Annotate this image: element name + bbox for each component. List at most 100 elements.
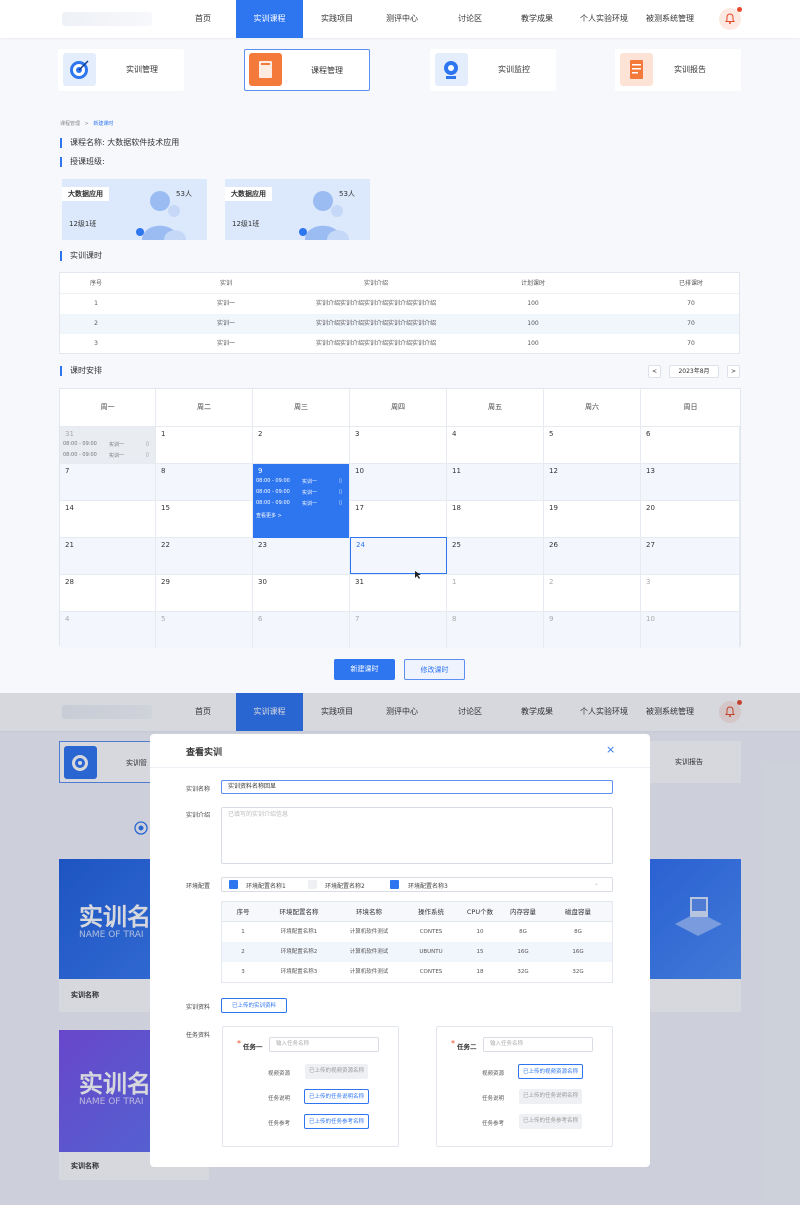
nav-evaluation[interactable]: 测评中心	[380, 0, 424, 38]
calendar-day[interactable]: 2	[253, 426, 350, 463]
calendar-day[interactable]: 5	[544, 426, 641, 463]
video-resource[interactable]: 已上传的视频资源名称	[518, 1064, 584, 1079]
event-item[interactable]: 08:00 - 09:00 实训一 ▯	[256, 478, 344, 488]
calendar-day[interactable]: 18	[447, 500, 544, 537]
calendar-day[interactable]: 8	[447, 611, 544, 648]
table-row[interactable]: 2 实训一 实训介绍实训介绍实训介绍实训介绍实训介绍 100 70	[60, 314, 739, 334]
calendar-day[interactable]: 10	[641, 611, 740, 648]
calendar-day[interactable]: 3	[641, 574, 740, 611]
class-card[interactable]: 大数据应用 53人 12级1班	[225, 179, 370, 240]
calendar-day[interactable]: 9	[544, 611, 641, 648]
desc-label: 任务说明	[268, 1096, 291, 1102]
calendar-day[interactable]: 3108:00 - 09:00实训一▯08:00 - 09:00实训一▯08:0…	[60, 426, 156, 482]
calendar-day[interactable]: 27	[641, 537, 740, 574]
calendar-day[interactable]: 8	[156, 463, 253, 500]
env-col-header: 环境名称	[356, 908, 382, 916]
nav-lab-env[interactable]: 个人实验环境	[577, 0, 631, 38]
calendar-day[interactable]: 21	[60, 537, 156, 574]
delete-icon[interactable]: ▯	[146, 441, 149, 447]
new-hour-button[interactable]: 新建课时	[334, 659, 395, 680]
delete-icon[interactable]: ▯	[146, 452, 149, 458]
calendar-day[interactable]: 25	[447, 537, 544, 574]
calendar-day[interactable]: 3	[350, 426, 447, 463]
day-number: 7	[355, 615, 360, 623]
nav-home[interactable]: 首页	[186, 0, 220, 38]
close-icon[interactable]: ×	[606, 743, 615, 756]
event-item[interactable]: 08:00 - 09:00 实训一 ▯	[63, 441, 151, 451]
calendar-day[interactable]: 28	[60, 574, 156, 611]
calendar-day[interactable]: 4	[60, 611, 156, 648]
checkbox-checked[interactable]	[390, 880, 399, 889]
card-course-mgmt[interactable]: 课程管理	[244, 49, 370, 91]
calendar-day[interactable]: 7	[350, 611, 447, 648]
task-name-input[interactable]: 输入任务名称	[483, 1037, 593, 1052]
task-name-input[interactable]: 输入任务名称	[269, 1037, 379, 1052]
card-training-monitor[interactable]: 实训监控	[430, 49, 556, 91]
delete-icon[interactable]: ▯	[339, 500, 342, 506]
event-time: 08:00 - 09:00	[256, 489, 290, 495]
delete-icon[interactable]: ▯	[339, 478, 342, 484]
event-item[interactable]: 08:00 - 09:00 实训一 ▯	[256, 500, 344, 510]
class-tag: 大数据应用	[225, 187, 272, 201]
calendar-day[interactable]: 29	[156, 574, 253, 611]
calendar-day[interactable]: 19	[544, 500, 641, 537]
nav-practice[interactable]: 实践项目	[315, 0, 359, 38]
calendar-day[interactable]: 31	[350, 574, 447, 611]
training-intro-textarea[interactable]: 已填写的实训介绍信息	[221, 807, 613, 864]
training-name-input[interactable]: 实训资料名称回显	[221, 780, 613, 794]
desc-label: 任务说明	[482, 1096, 505, 1102]
card-training-mgmt[interactable]: 实训管理	[58, 49, 184, 91]
task-desc-file[interactable]: 已上传的任务说明名称	[304, 1089, 370, 1104]
calendar-day[interactable]: 4	[447, 426, 544, 463]
calendar-day[interactable]: 12	[544, 463, 641, 500]
delete-icon[interactable]: ▯	[339, 489, 342, 495]
video-resource[interactable]: 已上传的视频资源名称	[305, 1064, 369, 1079]
calendar-day[interactable]: 20	[641, 500, 740, 537]
month-display[interactable]: 2023年8月	[669, 365, 719, 378]
env-cell: 计算机软件测试	[349, 969, 389, 975]
env-select[interactable]: 环境配置名称1 环境配置名称2 环境配置名称3 ⌄	[221, 877, 613, 892]
calendar-day[interactable]: 2	[544, 574, 641, 611]
class-card[interactable]: 大数据应用 53人 12级1班	[62, 179, 207, 240]
event-item[interactable]: 08:00 - 09:00 实训一 ▯	[256, 489, 344, 499]
checkbox-checked[interactable]	[229, 880, 238, 889]
calendar-day[interactable]: 9 08:00 - 09:00 实训一 ▯ 08:00 - 09:00 实训一 ▯ 08:00…	[253, 463, 350, 538]
edit-hour-button[interactable]: 修改课时	[404, 659, 465, 680]
nav-discussion[interactable]: 讨论区	[452, 0, 488, 38]
view-more-link[interactable]: 查看更多 >	[256, 512, 282, 519]
task-desc-file[interactable]: 已上传的任务说明名称	[519, 1089, 583, 1104]
calendar-day[interactable]: 30	[253, 574, 350, 611]
calendar-day[interactable]: 11	[447, 463, 544, 500]
calendar-day[interactable]: 17	[350, 500, 447, 537]
notification-bell-icon[interactable]	[719, 7, 742, 30]
nav-system[interactable]: 被测系统管理	[643, 0, 697, 38]
nav-training-course[interactable]: 实训课程	[236, 0, 303, 38]
table-row[interactable]: 1 实训一 实训介绍实训介绍实训介绍实训介绍实训介绍 100 70	[60, 294, 739, 314]
calendar-day[interactable]: 7	[60, 463, 156, 500]
calendar-day[interactable]: 22	[156, 537, 253, 574]
task-ref-file[interactable]: 已上传的任务参考名称	[519, 1114, 583, 1129]
calendar-day[interactable]: 5	[156, 611, 253, 648]
table-row[interactable]: 3 实训一 实训介绍实训介绍实训介绍实训介绍实训介绍 100 70	[60, 334, 739, 354]
event-item[interactable]: 08:00 - 09:00 实训一 ▯	[63, 452, 151, 462]
nav-teaching[interactable]: 教学成果	[515, 0, 559, 38]
calendar-day[interactable]: 23	[253, 537, 350, 574]
calendar-day[interactable]: 1	[156, 426, 253, 463]
calendar-day[interactable]: 13	[641, 463, 740, 500]
checkbox-unchecked[interactable]	[308, 880, 317, 889]
card-training-report[interactable]: 实训报告	[615, 49, 741, 91]
calendar-day[interactable]: 10	[350, 463, 447, 500]
calendar-day[interactable]: 6	[641, 426, 740, 463]
calendar-day[interactable]: 15	[156, 500, 253, 537]
top-nav: 首页 实训课程 实践项目 测评中心 讨论区 教学成果 个人实验环境 被测系统管理	[0, 0, 800, 38]
breadcrumb-root[interactable]: 课程管理	[60, 121, 80, 127]
calendar-day[interactable]: 1	[447, 574, 544, 611]
calendar-day[interactable]: 24	[350, 537, 447, 574]
task-ref-file[interactable]: 已上传的任务参考名称	[304, 1114, 370, 1129]
calendar-day[interactable]: 6	[253, 611, 350, 648]
next-month-button[interactable]: >	[727, 365, 740, 378]
calendar-day[interactable]: 26	[544, 537, 641, 574]
uploaded-material-button[interactable]: 已上传的实训资料	[221, 998, 288, 1013]
calendar-day[interactable]: 14	[60, 500, 156, 537]
prev-month-button[interactable]: <	[648, 365, 661, 378]
